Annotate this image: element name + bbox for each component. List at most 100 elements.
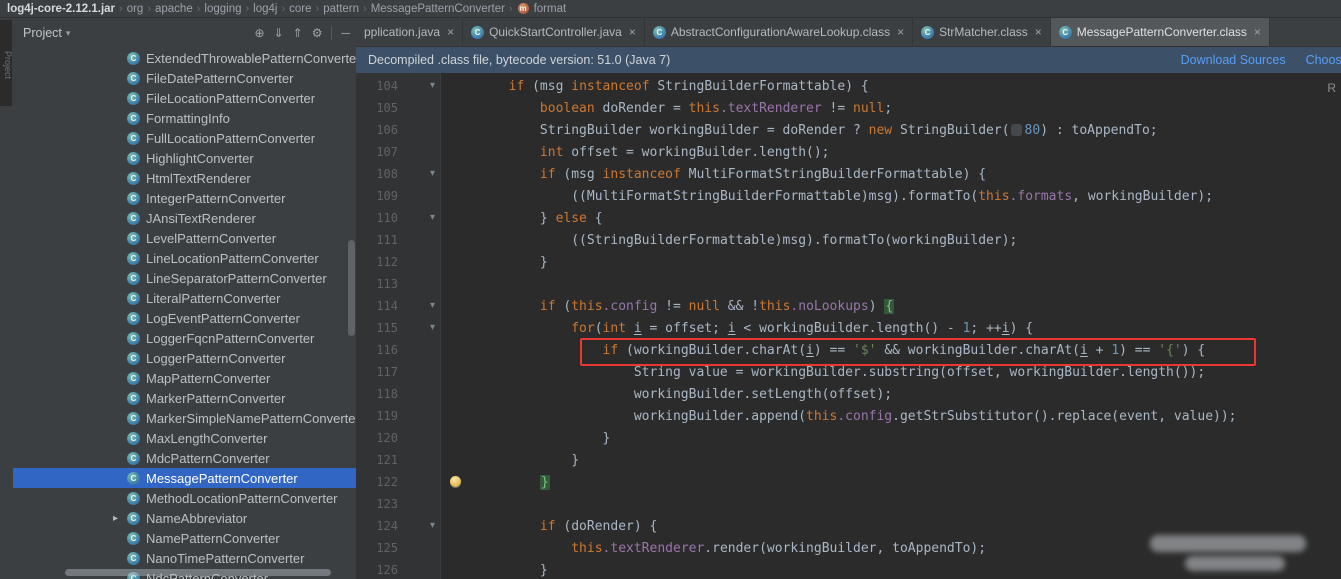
breadcrumb-item[interactable]: log4j-core-2.12.1.jar	[7, 3, 115, 15]
code-line[interactable]: 118 workingBuilder.setLength(offset);	[356, 383, 1341, 405]
code-line[interactable]: 114▾ if (this.config != null && !this.no…	[356, 295, 1341, 317]
tree-item[interactable]: CHighlightConverter	[13, 148, 356, 168]
code-line[interactable]: 121 }	[356, 449, 1341, 471]
code-line[interactable]: 115▾ for(int i = offset; i < workingBuil…	[356, 317, 1341, 339]
expand-all-icon[interactable]: ⇓	[274, 27, 284, 39]
chevron-right-icon[interactable]: ▸	[113, 513, 127, 524]
tree-item[interactable]: CNanoTimePatternConverter	[13, 548, 356, 568]
tree-item[interactable]: CIntegerPatternConverter	[13, 188, 356, 208]
close-icon[interactable]: ×	[897, 25, 904, 39]
code-line[interactable]: 124▾ if (doRender) {	[356, 515, 1341, 537]
intention-bulb-icon[interactable]	[450, 476, 461, 487]
tree-item[interactable]: CFileLocationPatternConverter	[13, 88, 356, 108]
code-line[interactable]: 108▾ if (msg instanceof MultiFormatStrin…	[356, 163, 1341, 185]
tree-item[interactable]: CNamePatternConverter	[13, 528, 356, 548]
hide-panel-icon[interactable]: ─	[341, 27, 350, 39]
fold-marker-icon[interactable]: ▾	[430, 213, 435, 223]
code-line[interactable]: 122 }	[356, 471, 1341, 493]
code-line[interactable]: 111 ((StringBuilderFormattable)msg).form…	[356, 229, 1341, 251]
choose-sources-link[interactable]: Choose Sources	[1306, 53, 1341, 67]
project-view-dropdown[interactable]: Project	[23, 26, 62, 40]
code-text: String value = workingBuilder.substring(…	[446, 365, 1205, 380]
fold-marker-icon[interactable]: ▾	[430, 521, 435, 531]
download-sources-link[interactable]: Download Sources	[1181, 53, 1286, 67]
tree-item[interactable]: CLoggerPatternConverter	[13, 348, 356, 368]
watermark-blur	[1185, 556, 1285, 571]
code-line[interactable]: 123	[356, 493, 1341, 515]
tree-item[interactable]: CFullLocationPatternConverter	[13, 128, 356, 148]
editor-tab[interactable]: CQuickStartController.java×	[463, 18, 645, 46]
tree-horizontal-scrollbar[interactable]	[65, 569, 331, 576]
tree-item[interactable]: CMarkerPatternConverter	[13, 388, 356, 408]
code-line[interactable]: 112 }	[356, 251, 1341, 273]
breadcrumb-item[interactable]: format	[534, 3, 567, 15]
tree-vertical-scrollbar[interactable]	[348, 240, 355, 336]
code-text: if (this.config != null && !this.noLooku…	[446, 299, 894, 314]
breadcrumb-item[interactable]: log4j	[253, 3, 277, 15]
close-icon[interactable]: ×	[1254, 25, 1261, 39]
code-line[interactable]: 117 String value = workingBuilder.substr…	[356, 361, 1341, 383]
class-icon: C	[127, 152, 140, 165]
code-line[interactable]: 109 ((MultiFormatStringBuilderFormattabl…	[356, 185, 1341, 207]
locate-icon[interactable]: ⊕	[255, 27, 265, 39]
breadcrumb-item[interactable]: apache	[155, 3, 193, 15]
tree-item[interactable]: ▸CNameAbbreviator	[13, 508, 356, 528]
code-line[interactable]: 119 workingBuilder.append(this.config.ge…	[356, 405, 1341, 427]
editor-tab[interactable]: CAbstractConfigurationAwareLookup.class×	[645, 18, 913, 46]
tree-item[interactable]: CLoggerFqcnPatternConverter	[13, 328, 356, 348]
breadcrumb-item[interactable]: core	[289, 3, 311, 15]
editor-tab[interactable]: pplication.java×	[356, 18, 463, 46]
tree-item[interactable]: CLevelPatternConverter	[13, 228, 356, 248]
editor-tab[interactable]: CMessagePatternConverter.class×	[1051, 18, 1270, 46]
tree-item[interactable]: CMaxLengthConverter	[13, 428, 356, 448]
tree-item[interactable]: CFormattingInfo	[13, 108, 356, 128]
code-line[interactable]: 104▾ if (msg instanceof StringBuilderFor…	[356, 75, 1341, 97]
tree-item[interactable]: CExtendedThrowablePatternConverter	[13, 48, 356, 68]
tab-bar: pplication.java×CQuickStartController.ja…	[356, 18, 1341, 47]
tree-item[interactable]: CLineSeparatorPatternConverter	[13, 268, 356, 288]
breadcrumb-item[interactable]: logging	[204, 3, 241, 15]
fold-marker-icon[interactable]: ▾	[430, 169, 435, 179]
line-number: 107	[356, 145, 406, 159]
tree-item[interactable]: CLiteralPatternConverter	[13, 288, 356, 308]
tree-item[interactable]: CMdcPatternConverter	[13, 448, 356, 468]
breadcrumb-item[interactable]: pattern	[323, 3, 359, 15]
banner-message: Decompiled .class file, bytecode version…	[368, 53, 670, 67]
fold-marker-icon[interactable]: ▾	[430, 81, 435, 91]
tree-item[interactable]: CMessagePatternConverter	[13, 468, 356, 488]
tree-item[interactable]: CMapPatternConverter	[13, 368, 356, 388]
editor-tab[interactable]: CStrMatcher.class×	[913, 18, 1051, 46]
tree-item[interactable]: CLineLocationPatternConverter	[13, 248, 356, 268]
code-line[interactable]: 120 }	[356, 427, 1341, 449]
code-line[interactable]: 116 if (workingBuilder.charAt(i) == '$' …	[356, 339, 1341, 361]
close-icon[interactable]: ×	[1035, 25, 1042, 39]
tree-item-label: MapPatternConverter	[146, 371, 270, 386]
fold-marker-icon[interactable]: ▾	[430, 301, 435, 311]
code-editor[interactable]: 104▾ if (msg instanceof StringBuilderFor…	[356, 73, 1341, 579]
class-icon: C	[127, 552, 140, 565]
tree-item[interactable]: CMarkerSimpleNamePatternConverter	[13, 408, 356, 428]
fold-marker-icon[interactable]: ▾	[430, 323, 435, 333]
tree-item[interactable]: CMethodLocationPatternConverter	[13, 488, 356, 508]
project-tool-window-button[interactable]: Project	[0, 20, 12, 106]
tree-item[interactable]: CLogEventPatternConverter	[13, 308, 356, 328]
close-icon[interactable]: ×	[447, 25, 454, 39]
breadcrumb-item[interactable]: org	[127, 3, 144, 15]
class-icon: C	[921, 26, 934, 39]
code-line[interactable]: 105 boolean doRender = this.textRenderer…	[356, 97, 1341, 119]
code-line[interactable]: 113	[356, 273, 1341, 295]
settings-gear-icon[interactable]: ⚙	[312, 27, 323, 39]
line-number: 105	[356, 101, 406, 115]
gutter-cell: ▾	[406, 169, 440, 179]
collapse-all-icon[interactable]: ⇑	[293, 27, 303, 39]
code-line[interactable]: 106 StringBuilder workingBuilder = doRen…	[356, 119, 1341, 141]
tree-item[interactable]: CFileDatePatternConverter	[13, 68, 356, 88]
breadcrumb-item[interactable]: MessagePatternConverter	[371, 3, 505, 15]
code-line[interactable]: 110▾ } else {	[356, 207, 1341, 229]
tree-item[interactable]: CHtmlTextRenderer	[13, 168, 356, 188]
close-icon[interactable]: ×	[629, 25, 636, 39]
gutter-cell: ▾	[406, 323, 440, 333]
code-line[interactable]: 107 int offset = workingBuilder.length()…	[356, 141, 1341, 163]
breadcrumb-separator-icon: ›	[316, 3, 320, 15]
tree-item[interactable]: CJAnsiTextRenderer	[13, 208, 356, 228]
